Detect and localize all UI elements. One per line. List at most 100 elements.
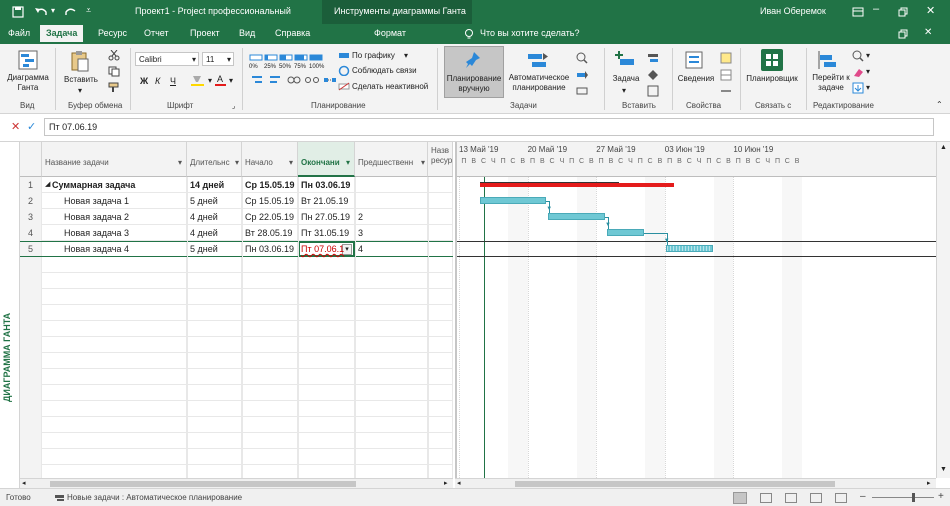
paste-dropdown-icon[interactable]: ▾ bbox=[78, 86, 82, 95]
inactivate-button[interactable]: Сделать неактивной bbox=[352, 82, 428, 91]
percent-50-icon[interactable] bbox=[279, 52, 293, 62]
chevron-down-icon[interactable]: ▾ bbox=[289, 158, 293, 167]
cell-res[interactable] bbox=[428, 257, 453, 273]
zoom-out-icon[interactable]: – bbox=[860, 491, 866, 502]
cell-res[interactable] bbox=[428, 449, 453, 465]
cell-finish[interactable] bbox=[298, 289, 355, 305]
tab-file[interactable]: Файл bbox=[8, 28, 30, 38]
cell-name[interactable] bbox=[42, 273, 187, 289]
summary-insert-icon[interactable] bbox=[647, 52, 659, 64]
cell-res[interactable] bbox=[428, 209, 453, 225]
cell-duration[interactable] bbox=[187, 337, 242, 353]
cell-duration[interactable] bbox=[187, 289, 242, 305]
task-bar[interactable] bbox=[607, 229, 645, 236]
cell-res[interactable] bbox=[428, 337, 453, 353]
empty-row[interactable] bbox=[20, 305, 453, 321]
highlight-color-icon[interactable] bbox=[190, 75, 206, 87]
cell-duration[interactable] bbox=[187, 401, 242, 417]
cell-start[interactable] bbox=[242, 465, 298, 478]
cell-res[interactable] bbox=[428, 401, 453, 417]
status-task-mode[interactable]: Новые задачи : Автоматическое планирован… bbox=[67, 493, 242, 502]
row-number[interactable] bbox=[20, 321, 42, 337]
row-number[interactable]: 2 bbox=[20, 193, 42, 209]
planner-button[interactable]: Планировщик bbox=[742, 74, 802, 84]
row-number[interactable]: 1 bbox=[20, 177, 42, 193]
column-header-finish[interactable]: Окончани ▾ bbox=[298, 142, 355, 177]
cell-pred[interactable] bbox=[355, 193, 428, 209]
empty-row[interactable] bbox=[20, 337, 453, 353]
tab-task[interactable]: Задача bbox=[40, 25, 84, 44]
cell-duration[interactable] bbox=[187, 465, 242, 478]
cell-start[interactable] bbox=[242, 433, 298, 449]
task-usage-shortcut-icon[interactable] bbox=[760, 493, 772, 503]
cell-finish[interactable] bbox=[298, 305, 355, 321]
scroll-up-icon[interactable]: ▲ bbox=[940, 144, 947, 151]
inspect-icon[interactable] bbox=[576, 52, 588, 64]
table-row[interactable]: 5 Новая задача 45 дней Пн 03.06.19 Пт 07.06… bbox=[20, 241, 453, 257]
cell-pred[interactable] bbox=[355, 465, 428, 478]
cell-name[interactable] bbox=[42, 449, 187, 465]
row-number[interactable] bbox=[20, 305, 42, 321]
cell-start[interactable] bbox=[242, 417, 298, 433]
link-tasks-icon[interactable] bbox=[287, 74, 301, 86]
split-task-icon[interactable] bbox=[323, 74, 337, 86]
table-row[interactable]: 1 Суммарная задача ◢ 14 дней Ср 15.05.19 Пн 0… bbox=[20, 177, 453, 193]
empty-row[interactable] bbox=[20, 353, 453, 369]
chevron-down-icon[interactable]: ▾ bbox=[622, 86, 626, 95]
cell-finish[interactable] bbox=[298, 321, 355, 337]
move-icon[interactable] bbox=[576, 69, 588, 81]
cell-pred[interactable] bbox=[355, 433, 428, 449]
row-number[interactable] bbox=[20, 257, 42, 273]
empty-row[interactable] bbox=[20, 289, 453, 305]
font-size-select[interactable]: 11 ▾ bbox=[202, 52, 234, 66]
customize-toolbar-icon[interactable]: ⩡ bbox=[86, 5, 91, 16]
cell-res[interactable] bbox=[428, 353, 453, 369]
collapse-ribbon-icon[interactable]: ⌃ bbox=[936, 100, 943, 109]
chevron-down-icon[interactable]: ▾ bbox=[421, 158, 425, 167]
cell-res[interactable] bbox=[428, 241, 453, 257]
undo-dropdown-icon[interactable]: ▾ bbox=[51, 6, 55, 15]
scroll-left-icon[interactable]: ◂ bbox=[457, 479, 461, 487]
empty-row[interactable] bbox=[20, 385, 453, 401]
chevron-down-icon[interactable]: ▾ bbox=[866, 67, 870, 76]
milestone-icon[interactable] bbox=[647, 69, 659, 81]
tab-help[interactable]: Справка bbox=[275, 28, 310, 38]
table-row[interactable]: 3 Новая задача 24 дней Ср 22.05.19 Пн 27.05… bbox=[20, 209, 453, 225]
percent-100-icon[interactable] bbox=[309, 52, 323, 62]
row-number[interactable]: 4 bbox=[20, 225, 42, 241]
cell-pred[interactable] bbox=[355, 449, 428, 465]
cell-pred[interactable]: 4 bbox=[355, 241, 428, 257]
entry-input[interactable]: Пт 07.06.19 bbox=[44, 118, 934, 136]
cell-start[interactable] bbox=[242, 257, 298, 273]
auto-schedule-button[interactable]: Автоматическое планирование bbox=[506, 73, 572, 93]
cell-finish[interactable] bbox=[298, 257, 355, 273]
cell-duration[interactable] bbox=[187, 321, 242, 337]
cell-duration[interactable] bbox=[187, 369, 242, 385]
row-number[interactable] bbox=[20, 289, 42, 305]
zoom-in-icon[interactable]: + bbox=[938, 491, 944, 502]
row-number[interactable] bbox=[20, 337, 42, 353]
team-planner-shortcut-icon[interactable] bbox=[785, 493, 797, 503]
bold-button[interactable]: Ж bbox=[140, 76, 148, 86]
cell-name[interactable] bbox=[42, 337, 187, 353]
empty-row[interactable] bbox=[20, 369, 453, 385]
cell-pred[interactable] bbox=[355, 417, 428, 433]
cell-finish[interactable] bbox=[298, 449, 355, 465]
empty-row[interactable] bbox=[20, 273, 453, 289]
cell-start[interactable] bbox=[242, 401, 298, 417]
row-number[interactable] bbox=[20, 433, 42, 449]
empty-row[interactable] bbox=[20, 257, 453, 273]
cell-duration[interactable] bbox=[187, 385, 242, 401]
font-color-icon[interactable]: A bbox=[214, 74, 228, 87]
cell-name[interactable] bbox=[42, 417, 187, 433]
scroll-left-icon[interactable]: ◂ bbox=[22, 479, 26, 487]
save-icon[interactable] bbox=[12, 6, 24, 18]
cell-name[interactable] bbox=[42, 289, 187, 305]
zoom-slider[interactable] bbox=[872, 497, 934, 498]
cancel-entry-icon[interactable]: ✕ bbox=[11, 120, 20, 133]
indent-icon[interactable] bbox=[250, 74, 264, 86]
copy-icon[interactable] bbox=[108, 66, 120, 77]
cell-name[interactable] bbox=[42, 385, 187, 401]
cell-name[interactable]: Новая задача 3 bbox=[42, 225, 187, 241]
cell-res[interactable] bbox=[428, 385, 453, 401]
